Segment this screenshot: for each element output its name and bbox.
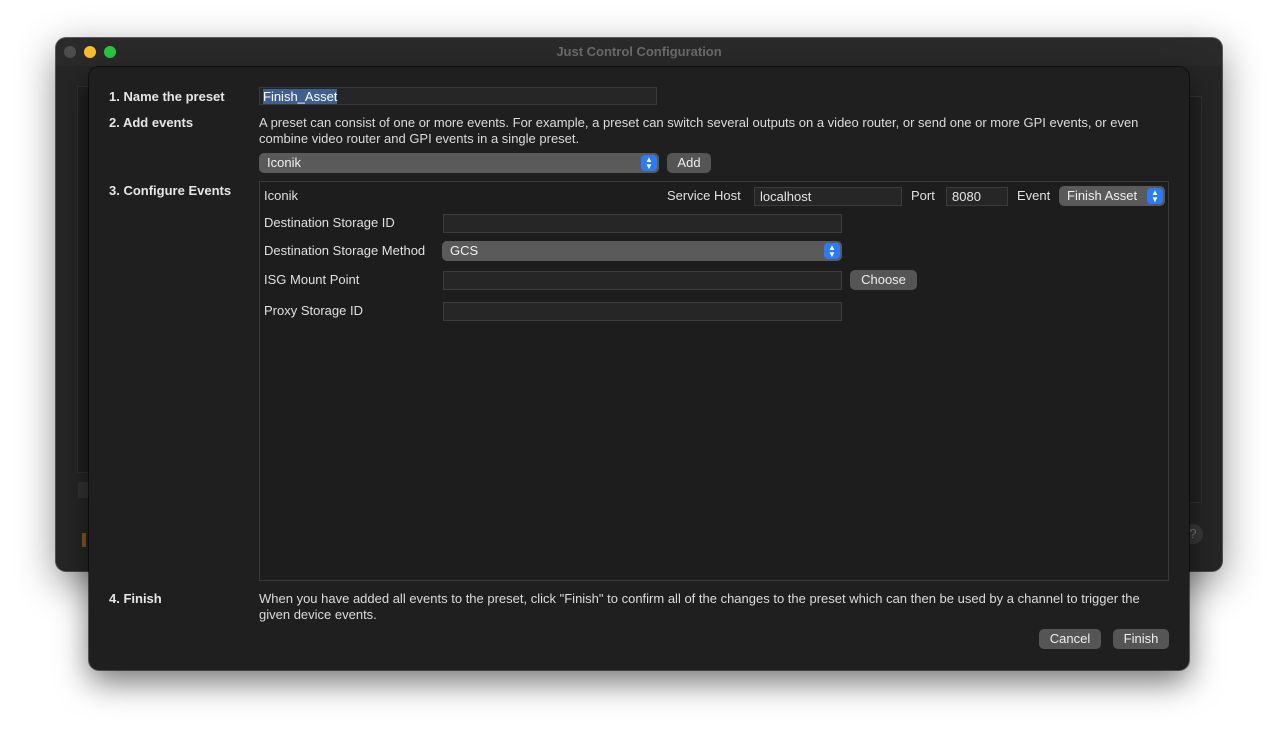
- proxy-storage-id-label: Proxy Storage ID: [264, 303, 363, 318]
- preset-configuration-sheet: 1. Name the preset Finish_Asset 2. Add e…: [89, 67, 1189, 670]
- step-configure-label: 3. Configure Events: [109, 183, 232, 198]
- event-label: Event: [1017, 188, 1051, 203]
- port-input[interactable]: 8080: [946, 187, 1008, 206]
- destination-storage-method-popup[interactable]: GCS ▲ ▼: [442, 241, 842, 261]
- event-config-title: Iconik: [264, 188, 298, 203]
- destination-storage-id-input[interactable]: [443, 214, 842, 233]
- destination-storage-id-label: Destination Storage ID: [264, 215, 395, 230]
- event-type-value: Iconik: [267, 155, 301, 170]
- proxy-storage-id-input[interactable]: [443, 302, 842, 321]
- cancel-button[interactable]: Cancel: [1039, 629, 1101, 649]
- port-label: Port: [911, 188, 935, 203]
- service-host-input[interactable]: localhost: [754, 187, 902, 206]
- finish-description: When you have added all events to the pr…: [259, 591, 1140, 622]
- isg-mount-point-input[interactable]: [443, 271, 842, 290]
- event-type-popup[interactable]: Iconik ▲ ▼: [259, 153, 659, 173]
- step-add-label: 2. Add events: [109, 115, 194, 130]
- step-finish-label: 4. Finish: [109, 591, 162, 606]
- destination-storage-method-value: GCS: [450, 243, 479, 258]
- event-select-popup[interactable]: Finish Asset ▲ ▼: [1059, 186, 1165, 206]
- title-bar: Just Control Configuration: [56, 38, 1222, 66]
- event-select-value: Finish Asset: [1067, 188, 1138, 203]
- window-title: Just Control Configuration: [556, 44, 722, 59]
- chevron-up-down-icon: ▲ ▼: [641, 155, 657, 171]
- chevron-up-down-icon: ▲ ▼: [1147, 188, 1163, 204]
- step-name-label: 1. Name the preset: [109, 89, 225, 104]
- isg-mount-point-label: ISG Mount Point: [264, 272, 360, 287]
- background-status-indicator: [82, 533, 86, 547]
- event-config-panel: Iconik Service Host localhost Port 8080 …: [259, 181, 1169, 581]
- add-events-description: A preset can consist of one or more even…: [259, 115, 1139, 146]
- preset-name-input[interactable]: Finish_Asset: [259, 87, 657, 105]
- add-event-button[interactable]: Add: [667, 153, 711, 173]
- chevron-up-down-icon: ▲ ▼: [824, 243, 840, 259]
- service-host-label: Service Host: [667, 188, 741, 203]
- preset-name-value: Finish_Asset: [263, 89, 338, 104]
- choose-button[interactable]: Choose: [850, 270, 917, 290]
- finish-button[interactable]: Finish: [1113, 629, 1169, 649]
- destination-storage-method-label: Destination Storage Method: [264, 243, 426, 258]
